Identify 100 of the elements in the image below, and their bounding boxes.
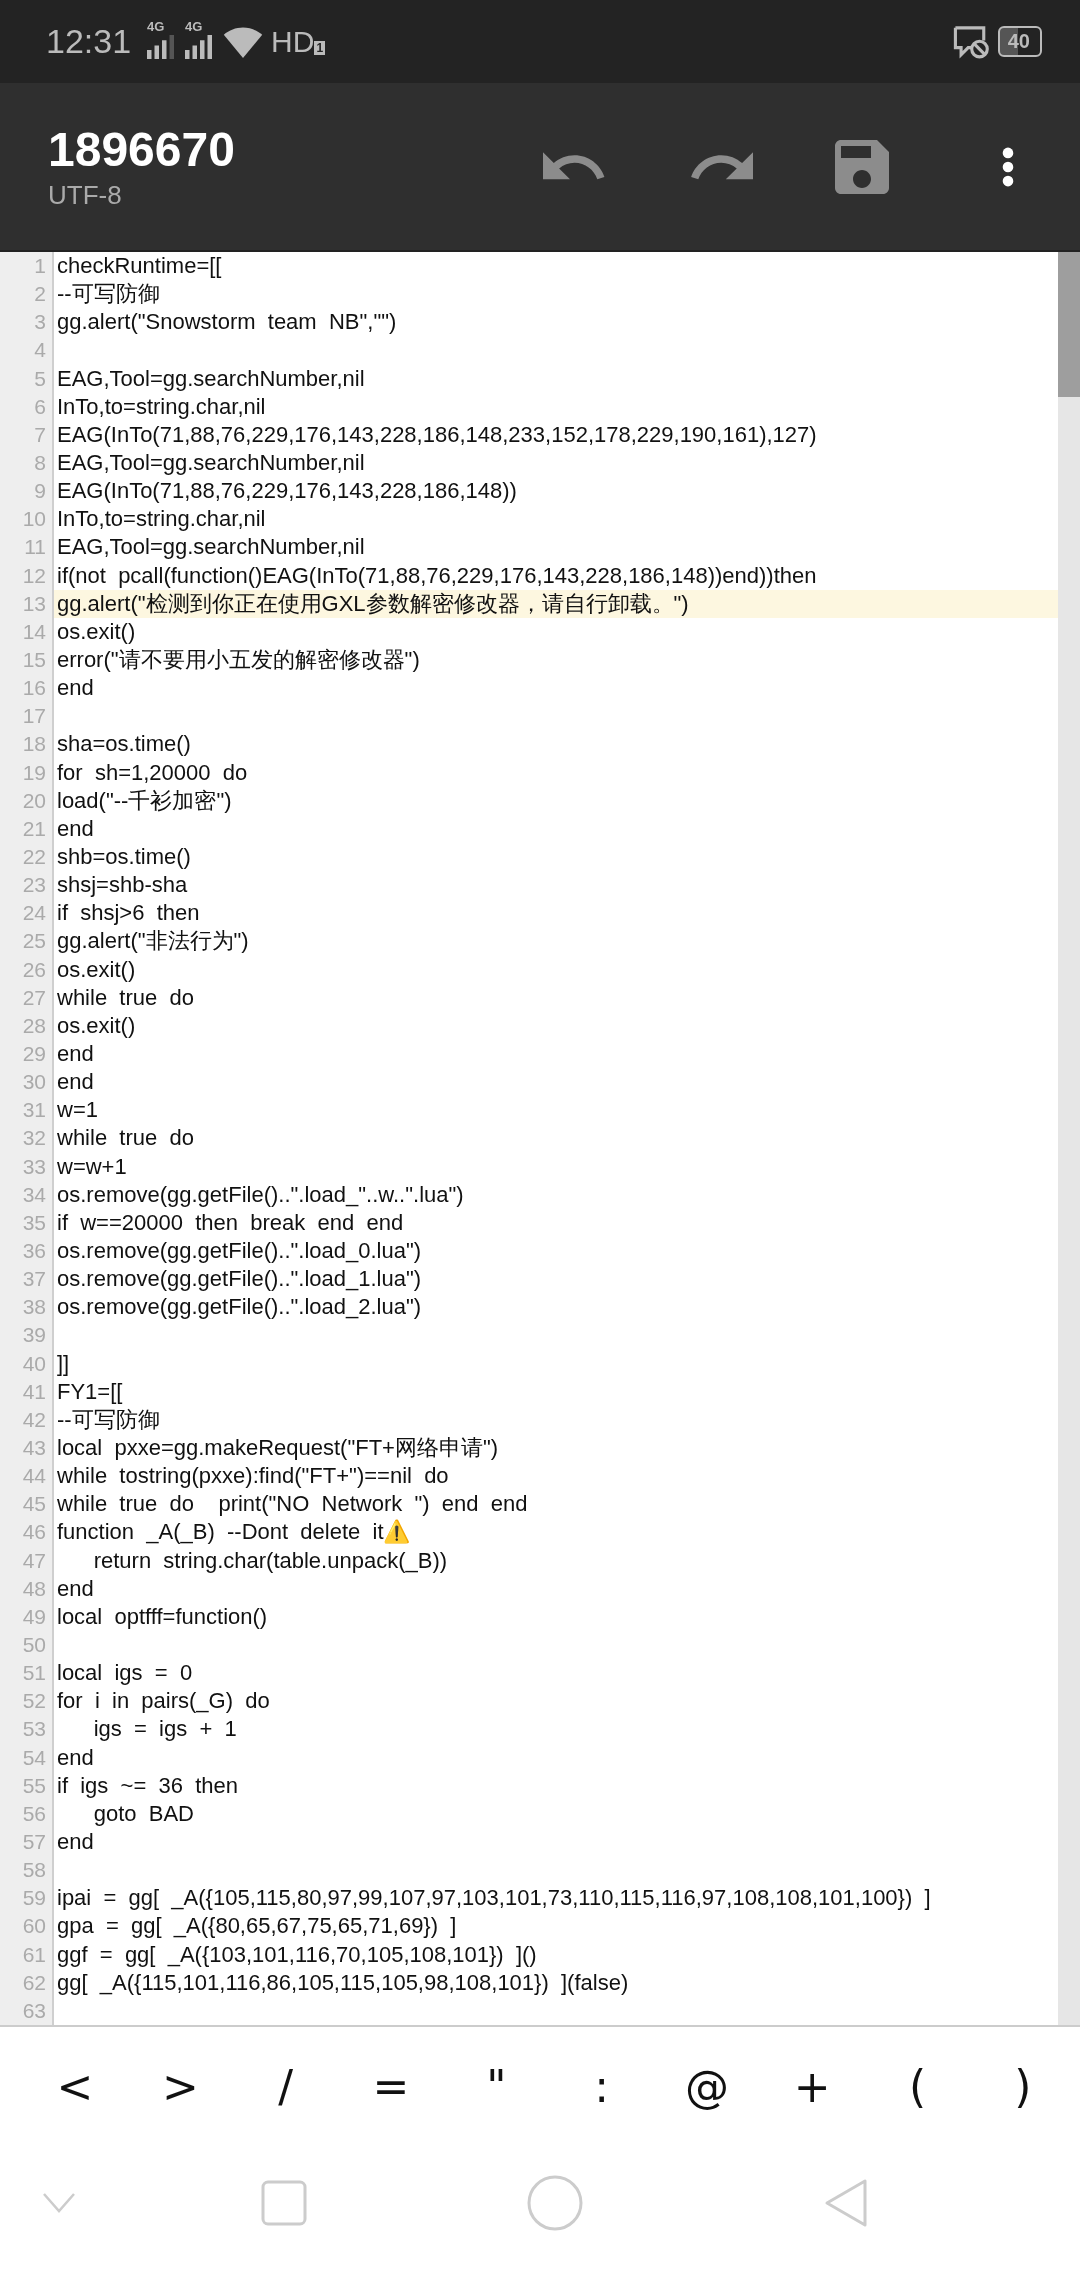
code-line[interactable]: for sh=1,20000 do xyxy=(57,759,248,786)
symbol-key[interactable]: : xyxy=(566,2060,637,2112)
line-number: 39 xyxy=(21,1323,46,1348)
code-line[interactable]: gg.alert("Snowstorm team NB","") xyxy=(57,309,397,336)
hide-keyboard-icon[interactable] xyxy=(42,2191,76,2214)
code-line[interactable]: end xyxy=(57,1828,94,1855)
code-line[interactable]: function _A(_B) --Dont delete it⚠ xyxy=(57,1519,411,1546)
more-icon[interactable] xyxy=(1002,146,1014,187)
code-line[interactable]: if igs ~= 36 then xyxy=(57,1772,238,1799)
line-number: 6 xyxy=(33,394,46,419)
scrollbar-thumb[interactable] xyxy=(1058,252,1080,397)
line-number: 7 xyxy=(33,422,46,447)
symbol-key[interactable]: / xyxy=(250,2060,321,2112)
code-line[interactable]: InTo,to=string.char,nil xyxy=(57,393,266,420)
code-line[interactable]: end xyxy=(57,675,94,702)
redo-icon[interactable] xyxy=(691,152,753,181)
code-line[interactable]: EAG,Tool=gg.searchNumber,nil xyxy=(57,450,365,477)
code-line[interactable]: local optfff=function() xyxy=(57,1603,268,1630)
code-line[interactable]: InTo,to=string.char,nil xyxy=(57,506,266,533)
symbol-key[interactable]: ( xyxy=(882,2060,953,2112)
line-number: 4 xyxy=(33,338,46,363)
line-number: 56 xyxy=(21,1801,46,1826)
symbol-key[interactable]: < xyxy=(40,2060,110,2112)
code-line[interactable]: gg.alert("检测到你正在使用GXL参数解密修改器，请自行卸载。") xyxy=(57,588,689,619)
code-line[interactable]: while true do print("NO Network ") end end xyxy=(57,1491,528,1518)
code-line[interactable]: --可写防御 xyxy=(57,1404,160,1435)
code-line[interactable]: local pxxe=gg.makeRequest("FT+网络申请") xyxy=(57,1433,499,1463)
line-number: 57 xyxy=(21,1829,46,1854)
code-line[interactable]: ggf = gg[ _A({103,101,116,70,105,108,101}) ]() xyxy=(57,1941,537,1968)
code-line[interactable]: for i in pairs(_G) do xyxy=(57,1688,270,1715)
code-line[interactable]: if(not pcall(function()EAG(InTo(71,88,76,229,176,143,228,186,148))end))then xyxy=(57,562,817,589)
line-number: 3 xyxy=(33,310,46,335)
code-line[interactable]: FY1=[[ xyxy=(57,1378,123,1405)
code-line[interactable]: gg[ _A({115,101,116,86,105,115,105,98,108,101}) ](false) xyxy=(57,1969,629,1996)
line-number: 46 xyxy=(21,1520,46,1545)
code-line[interactable]: goto BAD xyxy=(57,1800,194,1827)
code-line[interactable]: os.remove(gg.getFile()..".load_"..w..".lua") xyxy=(57,1181,464,1208)
code-line[interactable]: sha=os.time() xyxy=(57,731,191,758)
line-number: 47 xyxy=(21,1548,46,1573)
code-line[interactable]: w=w+1 xyxy=(57,1153,127,1180)
code-line[interactable]: if shsj>6 then xyxy=(57,900,200,927)
code-line[interactable]: shb=os.time() xyxy=(57,844,191,870)
code-line[interactable]: return string.char(table.unpack(_B)) xyxy=(57,1547,448,1574)
line-number: 29 xyxy=(21,1042,46,1066)
code-line[interactable]: gg.alert("非法行为") xyxy=(57,926,249,957)
line-number: 38 xyxy=(21,1295,46,1320)
scrollbar[interactable] xyxy=(1058,252,1080,2025)
save-icon[interactable] xyxy=(835,139,889,194)
line-number: 21 xyxy=(21,816,46,841)
code-line[interactable]: EAG(InTo(71,88,76,229,176,143,228,186,148,233,152,178,229,190,161),127) xyxy=(57,421,817,448)
code-line[interactable]: ]] xyxy=(57,1350,70,1377)
code-line[interactable]: w=1 xyxy=(57,1097,98,1124)
code-line[interactable]: os.exit() xyxy=(57,1012,136,1039)
code-line[interactable]: end xyxy=(57,815,94,842)
code-line[interactable]: if w==20000 then break end end xyxy=(57,1209,404,1236)
code-line[interactable]: checkRuntime=[[ xyxy=(57,253,222,280)
code-line[interactable]: end xyxy=(57,1069,94,1096)
line-number: 15 xyxy=(21,648,46,673)
code-line[interactable]: while true do xyxy=(57,984,194,1011)
network-type: 4G xyxy=(147,18,165,34)
code-line[interactable]: gpa = gg[ _A({80,65,67,75,65,71,69}) ] xyxy=(57,1913,457,1940)
symbol-key[interactable]: " xyxy=(461,2060,532,2112)
code-line[interactable]: igs = igs + 1 xyxy=(57,1716,237,1743)
line-number: 8 xyxy=(33,451,46,476)
line-number: 1 xyxy=(33,254,46,279)
line-number: 19 xyxy=(21,760,46,785)
code-line[interactable]: end xyxy=(57,1575,94,1602)
symbol-key[interactable]: = xyxy=(356,2060,426,2112)
symbol-key[interactable]: ) xyxy=(987,2060,1058,2112)
code-line[interactable]: os.remove(gg.getFile()..".load_0.lua") xyxy=(57,1238,422,1264)
code-line[interactable]: --可写防御 xyxy=(57,279,160,310)
code-line[interactable]: end xyxy=(57,1041,94,1067)
line-number: 55 xyxy=(21,1773,46,1798)
code-line[interactable]: ipai = gg[ _A({105,115,80,97,99,107,97,103,101,73,110,115,116,97,108,108,101,100}) ] xyxy=(57,1885,931,1912)
line-number: 36 xyxy=(21,1239,46,1263)
battery-indicator: 40 xyxy=(997,26,1042,57)
code-line[interactable]: end xyxy=(57,1744,94,1771)
code-line[interactable]: while true do xyxy=(57,1125,194,1152)
code-line[interactable]: EAG,Tool=gg.searchNumber,nil xyxy=(57,365,365,392)
cast-off-icon xyxy=(951,24,990,59)
recents-icon[interactable] xyxy=(261,2179,307,2226)
line-number: 48 xyxy=(21,1576,46,1601)
file-title: 1896670 xyxy=(48,121,236,178)
code-line[interactable]: EAG(InTo(71,88,76,229,176,143,228,186,148)) xyxy=(57,478,517,505)
code-line[interactable]: error("请不要用小五发的解密修改器") xyxy=(57,645,420,676)
symbol-key[interactable]: + xyxy=(777,2060,848,2112)
code-line[interactable]: local igs = 0 xyxy=(57,1660,193,1687)
code-line[interactable]: os.exit() xyxy=(57,618,136,645)
code-line[interactable]: os.remove(gg.getFile()..".load_2.lua") xyxy=(57,1294,422,1321)
code-line[interactable]: EAG,Tool=gg.searchNumber,nil xyxy=(57,534,365,561)
code-line[interactable]: os.remove(gg.getFile()..".load_1.lua") xyxy=(57,1266,422,1293)
symbol-key[interactable]: > xyxy=(145,2060,216,2112)
line-number: 63 xyxy=(21,1998,46,2023)
code-line[interactable]: load("--千衫加密") xyxy=(57,785,232,816)
home-icon[interactable] xyxy=(527,2174,583,2231)
clock: 12:31 xyxy=(46,22,132,61)
code-line[interactable]: while tostring(pxxe):find("FT+")==nil do xyxy=(57,1463,449,1490)
code-line[interactable]: shsj=shb-sha xyxy=(57,872,188,899)
symbol-key[interactable]: @ xyxy=(671,2060,742,2112)
code-line[interactable]: os.exit() xyxy=(57,956,136,983)
